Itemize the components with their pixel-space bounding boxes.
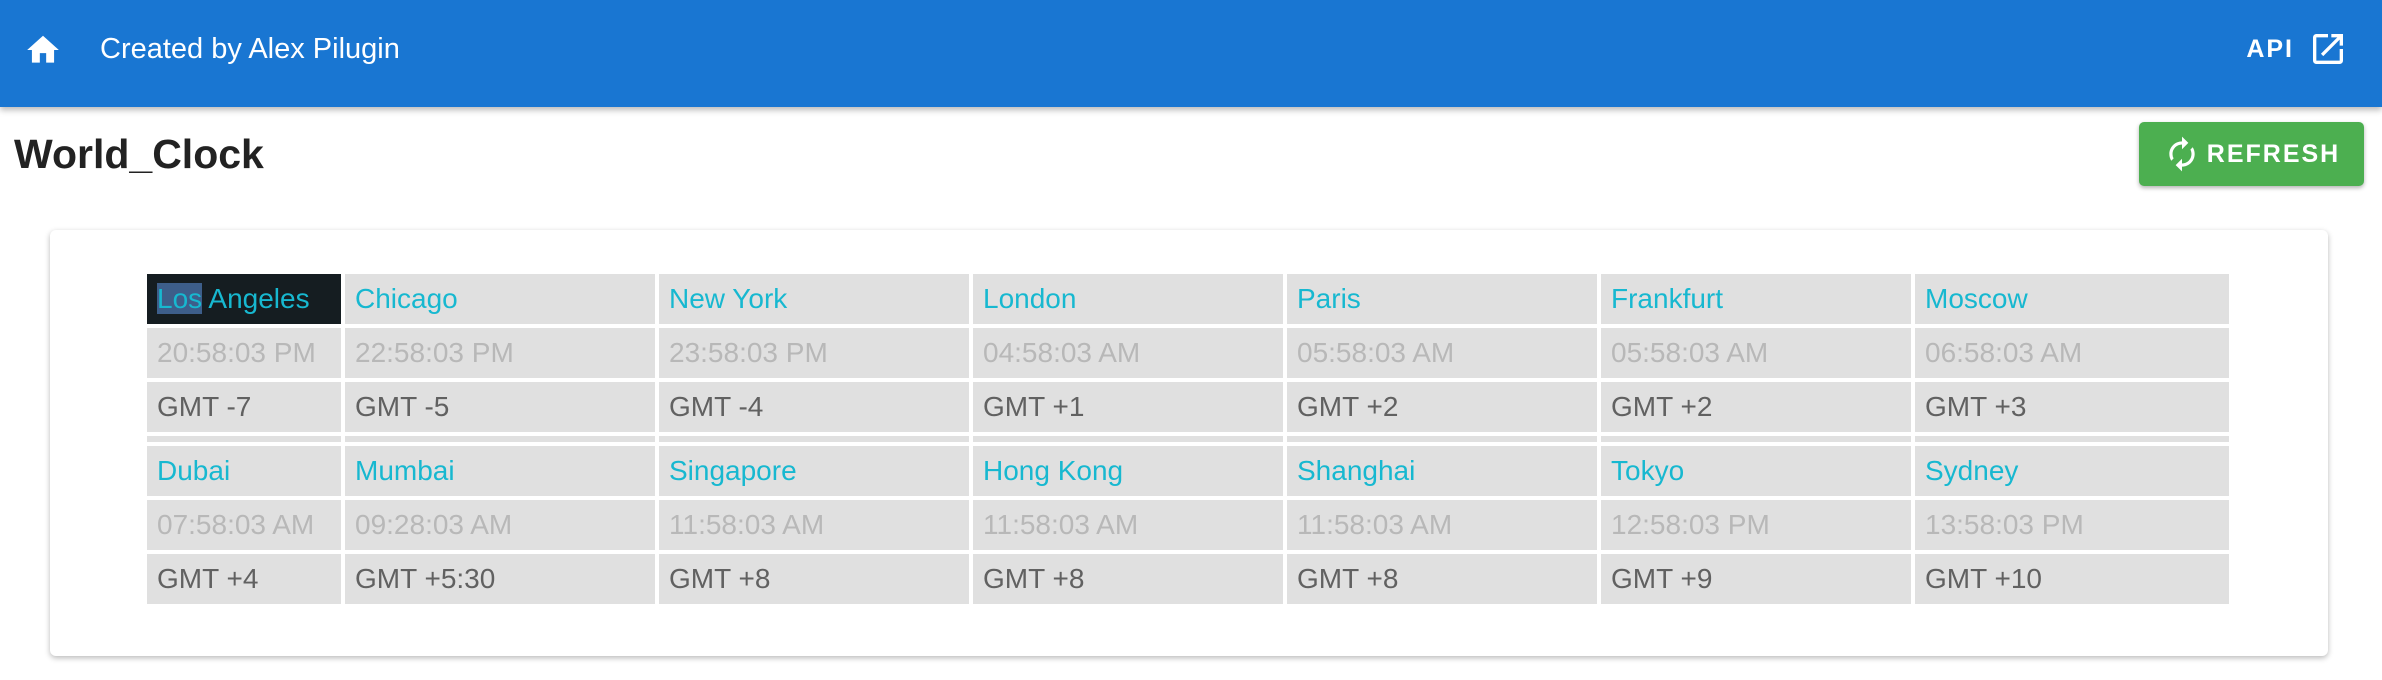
clock-time: 05:58:03 AM	[1287, 328, 1601, 382]
clock-gmt: GMT +1	[973, 382, 1287, 436]
clock-gmt: GMT +2	[1287, 382, 1601, 436]
app-bar: Created by Alex Pilugin API	[0, 0, 2382, 107]
clock-city[interactable]: Singapore	[659, 446, 973, 500]
gmt-row: GMT -7 GMT -5 GMT -4 GMT +1 GMT +2 GMT +…	[147, 382, 2229, 436]
clock-city[interactable]: New York	[659, 274, 973, 328]
clock-city[interactable]: Shanghai	[1287, 446, 1601, 500]
time-row: 07:58:03 AM 09:28:03 AM 11:58:03 AM 11:5…	[147, 500, 2229, 554]
clock-time: 06:58:03 AM	[1915, 328, 2229, 382]
clock-time: 11:58:03 AM	[659, 500, 973, 554]
clock-gmt: GMT +4	[147, 554, 345, 608]
clock-gmt: GMT -5	[345, 382, 659, 436]
home-icon[interactable]	[24, 31, 62, 69]
clock-city[interactable]: Mumbai	[345, 446, 659, 500]
clock-gmt: GMT +8	[973, 554, 1287, 608]
page-title: World_Clock	[14, 131, 264, 177]
clock-time: 07:58:03 AM	[147, 500, 345, 554]
refresh-icon	[2163, 135, 2201, 173]
clock-gmt: GMT +2	[1601, 382, 1915, 436]
clock-city[interactable]: Los Angeles	[147, 274, 345, 328]
api-label: API	[2246, 34, 2294, 63]
city-row: Dubai Mumbai Singapore Hong Kong Shangha…	[147, 446, 2229, 500]
city-row: Los Angeles Chicago New York London Pari…	[147, 274, 2229, 328]
clock-gmt: GMT -7	[147, 382, 345, 436]
clock-gmt: GMT +10	[1915, 554, 2229, 608]
clock-gmt: GMT -4	[659, 382, 973, 436]
clock-time: 23:58:03 PM	[659, 328, 973, 382]
clock-gmt: GMT +5:30	[345, 554, 659, 608]
clock-time: 11:58:03 AM	[1287, 500, 1601, 554]
clock-gmt: GMT +9	[1601, 554, 1915, 608]
clock-time: 20:58:03 PM	[147, 328, 345, 382]
clock-gmt: GMT +8	[659, 554, 973, 608]
gmt-row: GMT +4 GMT +5:30 GMT +8 GMT +8 GMT +8 GM…	[147, 554, 2229, 608]
clock-city[interactable]: Dubai	[147, 446, 345, 500]
time-row: 20:58:03 PM 22:58:03 PM 23:58:03 PM 04:5…	[147, 328, 2229, 382]
clock-city[interactable]: Moscow	[1915, 274, 2229, 328]
clock-city[interactable]: Hong Kong	[973, 446, 1287, 500]
clock-time: 04:58:03 AM	[973, 328, 1287, 382]
clock-gmt: GMT +8	[1287, 554, 1601, 608]
clock-city[interactable]: Sydney	[1915, 446, 2229, 500]
clock-city[interactable]: Paris	[1287, 274, 1601, 328]
clock-time: 11:58:03 AM	[973, 500, 1287, 554]
selected-text: Los	[157, 283, 203, 314]
clock-time: 09:28:03 AM	[345, 500, 659, 554]
creator-credit: Created by Alex Pilugin	[100, 33, 400, 65]
clock-gmt: GMT +3	[1915, 382, 2229, 436]
world-clock-card: Los Angeles Chicago New York London Pari…	[50, 230, 2328, 656]
clock-city[interactable]: Chicago	[345, 274, 659, 328]
clock-city[interactable]: London	[973, 274, 1287, 328]
refresh-button[interactable]: REFRESH	[2139, 122, 2364, 186]
world-clock-table: Los Angeles Chicago New York London Pari…	[147, 274, 2229, 608]
open-in-new-icon	[2308, 29, 2348, 69]
refresh-label: REFRESH	[2206, 139, 2341, 168]
clock-city[interactable]: Frankfurt	[1601, 274, 1915, 328]
clock-time: 22:58:03 PM	[345, 328, 659, 382]
clock-time: 05:58:03 AM	[1601, 328, 1915, 382]
api-link[interactable]: API	[2246, 27, 2348, 71]
clock-time: 12:58:03 PM	[1601, 500, 1915, 554]
row-divider	[147, 436, 2229, 446]
clock-time: 13:58:03 PM	[1915, 500, 2229, 554]
clock-city[interactable]: Tokyo	[1601, 446, 1915, 500]
